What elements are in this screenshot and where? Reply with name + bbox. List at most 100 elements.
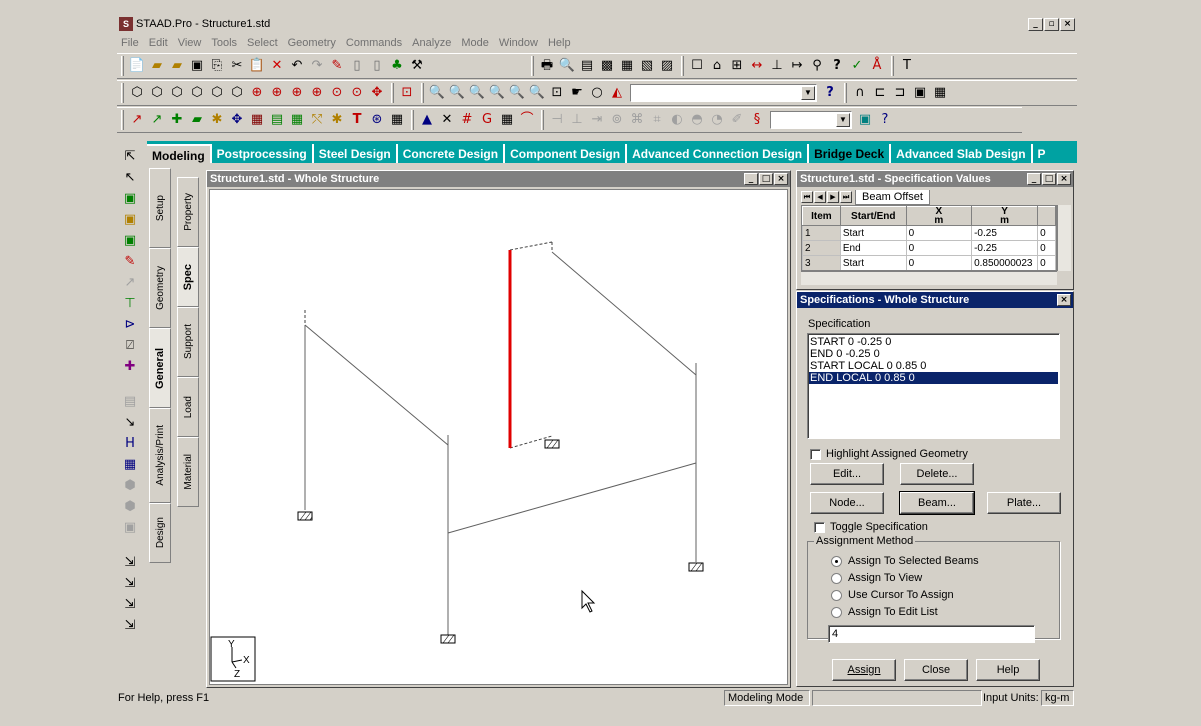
back-view-icon[interactable]: ⬡ (168, 84, 186, 102)
close-dialog-button[interactable]: Close (904, 659, 968, 681)
move-icon[interactable]: ⤲ (308, 111, 326, 129)
add-t-beam-icon[interactable]: T (348, 111, 366, 129)
stretch-icon[interactable]: ⊛ (368, 111, 386, 129)
spec-values-maximize-button[interactable]: □ (1042, 173, 1056, 185)
save-icon[interactable]: ▣ (188, 57, 206, 75)
report-icon[interactable]: ▦ (618, 57, 636, 75)
page-tab-design[interactable]: Design (149, 503, 171, 563)
disabled-tool-6-icon[interactable]: ⌗ (648, 111, 666, 129)
split-beam-icon[interactable]: # (458, 111, 476, 129)
query-beam-icon[interactable]: H (121, 435, 139, 454)
undo-icon[interactable]: ↶ (288, 57, 306, 75)
front-view-icon[interactable]: ⬡ (148, 84, 166, 102)
restore-button[interactable]: ▫ (1044, 17, 1059, 31)
geometry-select-icon[interactable]: ↗ (121, 274, 139, 293)
toggle-checkbox-box[interactable] (814, 521, 825, 533)
iso-view-icon[interactable]: ⬡ (128, 84, 146, 102)
tab-advanced-connection-design[interactable]: Advanced Connection Design (627, 144, 810, 163)
tab-modeling[interactable]: Modeling (147, 144, 212, 163)
menu-window[interactable]: Window (499, 37, 538, 49)
spec-list-item-1[interactable]: START 0 -0.25 0 (809, 336, 1058, 348)
labels-icon[interactable]: ⌂ (708, 57, 726, 75)
row-1-z[interactable]: 0 (1037, 225, 1056, 241)
tab-component-design[interactable]: Component Design (505, 144, 628, 163)
add-plate-icon[interactable]: ▰ (188, 111, 206, 129)
minimize-button[interactable]: _ (1028, 17, 1043, 31)
beam-top-left[interactable] (304, 324, 449, 446)
zoom-window-icon[interactable]: ⊡ (398, 84, 416, 102)
menu-edit[interactable]: Edit (149, 37, 168, 49)
select-solids-icon[interactable]: ⇲ (121, 617, 139, 636)
display-node-icon[interactable]: ⚲ (808, 57, 826, 75)
spec-values-minimize-button[interactable]: _ (1027, 173, 1041, 185)
menu-commands[interactable]: Commands (346, 37, 402, 49)
renumber-icon[interactable]: ▦ (498, 111, 516, 129)
disabled-tool-3-icon[interactable]: ⇥ (588, 111, 606, 129)
add-beam-icon[interactable]: ↗ (148, 111, 166, 129)
zoom-all-icon[interactable]: 🔍 (488, 84, 506, 102)
translational-repeat-icon[interactable]: ✥ (228, 111, 246, 129)
pencil-red-icon[interactable]: § (748, 111, 766, 129)
disabled-tool-10-icon[interactable]: ✐ (728, 111, 746, 129)
select-plates-icon[interactable]: ⇲ (121, 596, 139, 615)
row-1-y[interactable]: -0.25 (971, 225, 1039, 241)
open-folder-icon[interactable]: ▰ (148, 57, 166, 75)
geometry-cursor-icon[interactable]: ▦ (931, 84, 949, 102)
units-icon[interactable]: Å (868, 57, 886, 75)
sub-tab-support[interactable]: Support (177, 307, 199, 377)
view-name-combo[interactable]: ▼ (630, 84, 817, 102)
select-cursor-icon[interactable]: ↖ (121, 169, 139, 188)
edit-list-input[interactable]: 4 (828, 625, 1035, 643)
spec-list-item-4-selected[interactable]: END LOCAL 0 0.85 0 (809, 372, 1058, 384)
beam-button[interactable]: Beam... (899, 491, 975, 515)
mirror-icon[interactable]: ▤ (268, 111, 286, 129)
highlight-icon[interactable]: ✎ (328, 57, 346, 75)
spec-list-item-3[interactable]: START LOCAL 0 0.85 0 (809, 360, 1058, 372)
spin-right-icon[interactable]: ⊙ (348, 84, 366, 102)
nodes-cursor-icon[interactable]: ⇱ (121, 148, 139, 167)
rotate-down-icon[interactable]: ⊕ (268, 84, 286, 102)
beam-top-right[interactable] (551, 251, 697, 376)
page-icon[interactable]: ▯ (348, 57, 366, 75)
rotate-up-icon[interactable]: ⊕ (248, 84, 266, 102)
print-current-icon[interactable]: ▤ (578, 57, 596, 75)
disabled-tool-2-icon[interactable]: ⊥ (568, 111, 586, 129)
row-1-start-end[interactable]: Start (839, 225, 907, 241)
help-button[interactable]: Help (976, 659, 1040, 681)
intersect-icon[interactable]: ✕ (438, 111, 456, 129)
spec-values-close-button[interactable]: × (1057, 173, 1071, 185)
take-picture-icon[interactable]: ▩ (598, 57, 616, 75)
sub-tab-material[interactable]: Material (177, 437, 199, 507)
copy-picture-icon[interactable]: ⎘ (208, 57, 226, 75)
zoom-dynamic-icon[interactable]: 🔍 (528, 84, 546, 102)
row-2-y[interactable]: -0.25 (971, 240, 1039, 256)
surfaces-cursor-icon[interactable]: ✎ (121, 253, 139, 272)
supports-cursor-icon[interactable]: ⊳ (121, 316, 139, 335)
row-3-y[interactable]: 0.850000023 (971, 255, 1039, 270)
structure-close-button[interactable]: × (774, 173, 788, 185)
solids-cursor-icon[interactable]: ▣ (121, 232, 139, 251)
spec-list-item-2[interactable]: END 0 -0.25 0 (809, 348, 1058, 360)
help-query-icon[interactable]: ? (828, 57, 846, 75)
disabled-cursor-1-icon[interactable]: ▤ (121, 393, 139, 412)
row-1-x[interactable]: 0 (905, 225, 973, 241)
merge-icon[interactable]: G (478, 111, 496, 129)
menu-tools[interactable]: Tools (211, 37, 237, 49)
hammer-icon[interactable]: ⚒ (408, 57, 426, 75)
display-window-icon[interactable]: ⊡ (548, 84, 566, 102)
radio-dot-edit-list[interactable] (831, 606, 842, 618)
node-button[interactable]: Node... (810, 492, 884, 514)
export-view-icon[interactable]: ▨ (658, 57, 676, 75)
col-header-start-end[interactable]: Start/End (839, 206, 907, 226)
beams-cursor-icon[interactable]: ▣ (121, 190, 139, 209)
select-beams-icon[interactable]: ⇲ (121, 575, 139, 594)
page-tab-general[interactable]: General (149, 328, 171, 408)
text-icon[interactable]: T (898, 57, 916, 75)
disabled-tool-9-icon[interactable]: ◔ (708, 111, 726, 129)
magnify-icon[interactable]: ○ (588, 84, 606, 102)
specification-list[interactable]: START 0 -0.25 0 END 0 -0.25 0 START LOCA… (807, 333, 1060, 439)
snap-node-icon[interactable]: ↗ (128, 111, 146, 129)
rotate-right-icon[interactable]: ⊕ (308, 84, 326, 102)
row-1-item[interactable]: 1 (802, 225, 841, 241)
symbols-icon[interactable]: ☐ (688, 57, 706, 75)
